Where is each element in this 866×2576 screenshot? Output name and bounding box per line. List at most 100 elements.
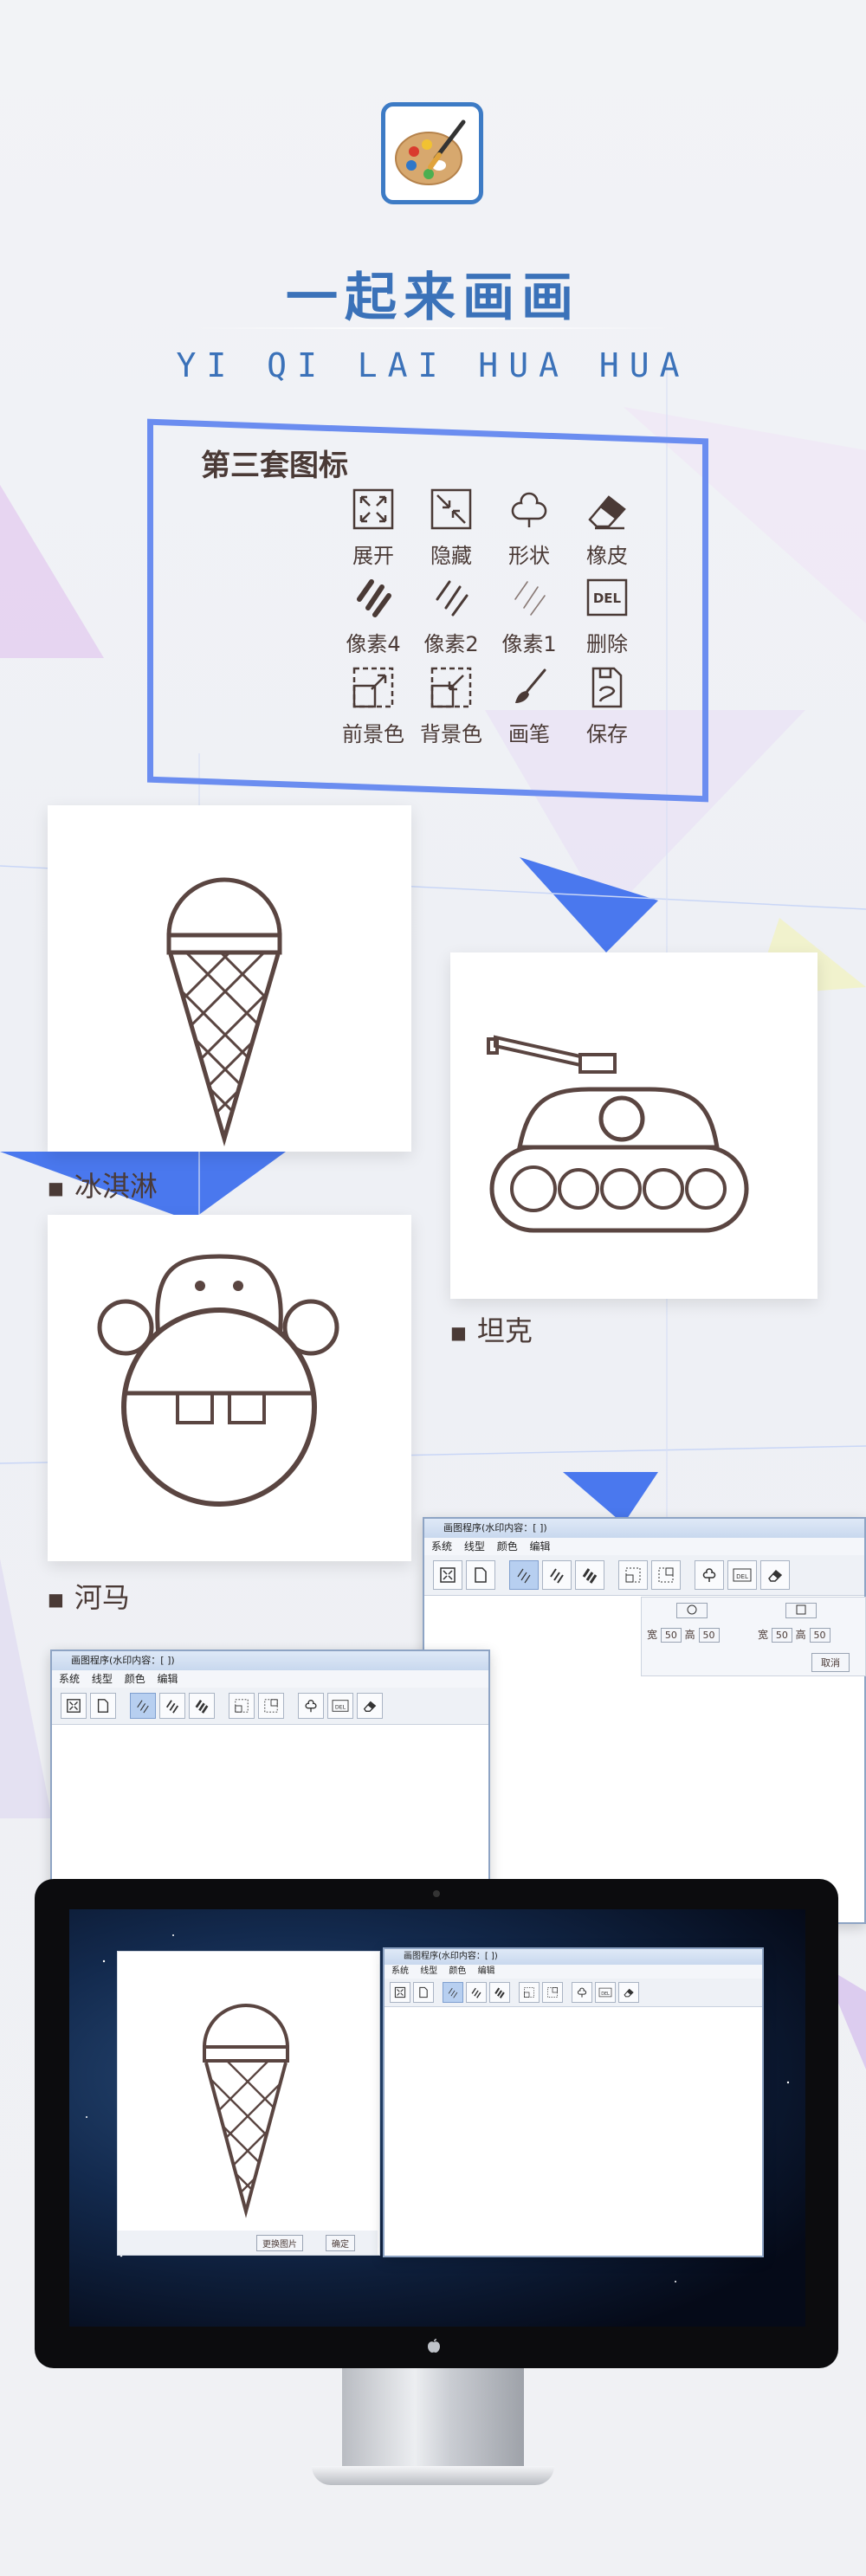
icon-item-pixel2: 像素2 [414, 573, 488, 657]
menu-system[interactable]: 系统 [59, 1673, 80, 1685]
pixel1-icon [517, 1568, 531, 1584]
background-button[interactable] [651, 1560, 681, 1590]
height-input[interactable]: 50 [809, 1628, 830, 1643]
pixel2-icon [165, 1700, 179, 1714]
delete-button[interactable]: DEL [595, 1982, 616, 2003]
file-button[interactable] [90, 1693, 116, 1719]
background-button[interactable] [258, 1693, 284, 1719]
hippo-card [48, 1215, 411, 1561]
foreground-button[interactable] [519, 1982, 540, 2003]
pixel4-button[interactable] [489, 1982, 510, 2003]
menu-color[interactable]: 颜色 [497, 1540, 518, 1553]
menu-edit[interactable]: 编辑 [158, 1673, 178, 1685]
eraser-button[interactable] [760, 1560, 790, 1590]
expand-button[interactable] [390, 1982, 410, 2003]
delete-icon: DEL [598, 1987, 612, 1998]
shape-button[interactable] [695, 1560, 724, 1590]
pixel2-button[interactable] [466, 1982, 487, 2003]
circle-icon [687, 1604, 697, 1615]
pixel1-icon [448, 1987, 458, 1998]
file-icon [419, 1986, 428, 1998]
file-icon [475, 1567, 487, 1583]
eraser-button[interactable] [618, 1982, 639, 2003]
width-label: 宽 [647, 1629, 658, 1641]
menu-line[interactable]: 线型 [420, 1966, 437, 1976]
title-divider [191, 327, 675, 329]
pixel2-button[interactable] [159, 1693, 185, 1719]
menu-edit[interactable]: 编辑 [478, 1966, 495, 1976]
expand-icon [440, 1567, 456, 1583]
pixel4-button[interactable] [189, 1693, 215, 1719]
pixel4-button[interactable] [575, 1560, 604, 1590]
monitor-paint-window: 画图程序(水印内容：[ ]) 系统 线型 颜色 编辑 DEL [383, 1947, 764, 2257]
file-icon [97, 1699, 109, 1713]
tank-label: 坦克 [476, 1314, 533, 1347]
tank-drawing [487, 1035, 749, 1233]
cloud-shape-icon [305, 1700, 317, 1713]
expand-button[interactable] [433, 1560, 462, 1590]
width-input[interactable]: 50 [771, 1628, 792, 1643]
icon-label: 橡皮 [586, 544, 628, 568]
menu-line[interactable]: 线型 [92, 1673, 113, 1685]
menu-edit[interactable]: 编辑 [530, 1540, 551, 1553]
ice-cream-caption: ■ 冰淇淋 [48, 1165, 158, 1204]
pixel2-button[interactable] [542, 1560, 572, 1590]
eraser-icon [624, 1988, 634, 1998]
window-title: 画图程序(水印内容：[ ]) [443, 1522, 547, 1533]
apple-logo-icon [428, 2339, 440, 2353]
monitor-stand [342, 2368, 524, 2472]
circle-size-row: 宽 50 高 50 [647, 1627, 720, 1643]
icon-item-collapse: 隐藏 [414, 485, 488, 569]
pixel1-button[interactable] [509, 1560, 539, 1590]
icon-item-shape: 形状 [492, 485, 566, 569]
pixel1-button[interactable] [130, 1693, 156, 1719]
rect-shape-button[interactable] [785, 1603, 817, 1618]
window-titlebar[interactable]: 画图程序(水印内容：[ ]) [52, 1651, 488, 1670]
svg-text:DEL: DEL [593, 591, 622, 606]
icon-item-expand: 展开 [336, 485, 410, 569]
svg-text:DEL: DEL [335, 1705, 346, 1711]
window-titlebar[interactable]: 画图程序(水印内容：[ ]) [424, 1519, 864, 1538]
expand-button[interactable] [61, 1693, 87, 1719]
change-image-button[interactable]: 更换图片 [256, 2235, 303, 2251]
menu-line[interactable]: 线型 [464, 1540, 485, 1553]
ice-cream-drawing [166, 877, 282, 1146]
icon-item-save: 保存 [570, 663, 644, 747]
delete-button[interactable]: DEL [727, 1560, 757, 1590]
shape-button[interactable] [298, 1693, 324, 1719]
circle-shape-button[interactable] [676, 1603, 708, 1618]
cloud-shape-icon [511, 492, 547, 527]
file-button[interactable] [413, 1982, 434, 2003]
width-input[interactable]: 50 [660, 1628, 682, 1643]
window-titlebar[interactable]: 画图程序(水印内容：[ ]) [385, 1949, 762, 1965]
background-button[interactable] [542, 1982, 563, 2003]
hippo-drawing [97, 1254, 339, 1507]
icon-label: 像素4 [346, 632, 401, 656]
menu-system[interactable]: 系统 [391, 1966, 409, 1976]
shape-button[interactable] [572, 1982, 592, 2003]
icon-item-delete: DEL 删除 [570, 573, 644, 657]
pixel1-button[interactable] [443, 1982, 463, 2003]
delete-icon: DEL [733, 1568, 752, 1582]
eraser-button[interactable] [357, 1693, 383, 1719]
menu-color[interactable]: 颜色 [125, 1673, 145, 1685]
icon-label: 保存 [586, 722, 628, 746]
svg-text:DEL: DEL [601, 1992, 610, 1997]
menu-color[interactable]: 颜色 [449, 1966, 466, 1976]
bullet-icon: ■ [450, 1322, 467, 1343]
menu-system[interactable]: 系统 [431, 1540, 452, 1553]
image-window-footer: 更换图片 确定 [118, 2231, 378, 2255]
height-input[interactable]: 50 [698, 1628, 720, 1643]
eraser-icon [768, 1569, 783, 1582]
confirm-button[interactable]: 确定 [326, 2235, 355, 2251]
cancel-button[interactable]: 取消 [811, 1653, 850, 1672]
file-button[interactable] [466, 1560, 495, 1590]
pixel2-icon [550, 1568, 564, 1584]
toolbar: DEL [385, 1979, 762, 2007]
foreground-button[interactable] [229, 1693, 255, 1719]
window-title: 画图程序(水印内容：[ ]) [404, 1952, 498, 1961]
pixel4-icon [582, 1568, 598, 1584]
delete-button[interactable]: DEL [327, 1693, 353, 1719]
foreground-button[interactable] [618, 1560, 648, 1590]
icon-item-foreground: 前景色 [336, 663, 410, 747]
